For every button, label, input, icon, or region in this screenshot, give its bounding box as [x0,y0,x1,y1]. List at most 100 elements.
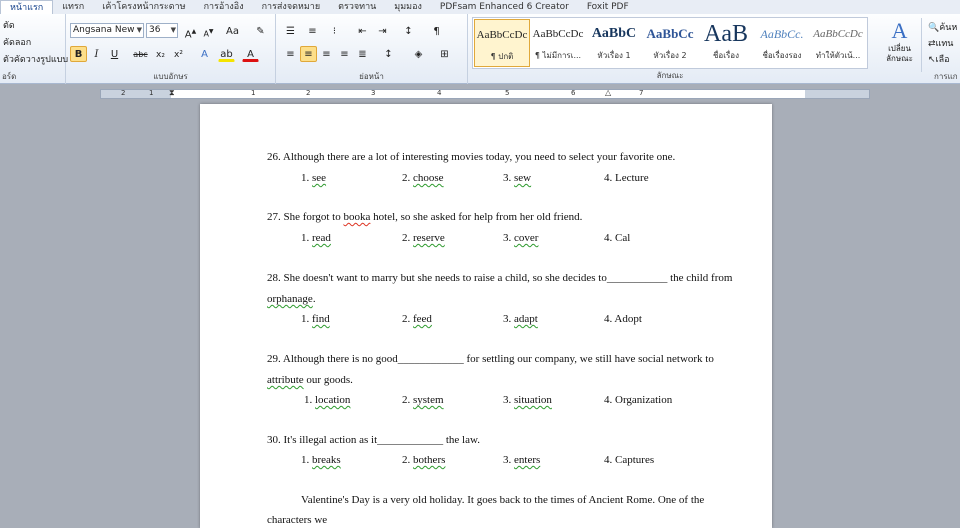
style-preview: AaBbCcDc [476,29,528,41]
decrease-indent-icon[interactable]: ⇤ [354,23,371,39]
change-case-button[interactable]: Aa [224,23,241,39]
tab-insert[interactable]: แทรก [53,0,93,14]
tab-page-layout[interactable]: เค้าโครงหน้ากระดาษ [93,0,194,14]
clear-format-icon[interactable]: ✎ [252,23,269,39]
question-29: 29. Although there is no good___________… [267,353,714,365]
ribbon: ตัด คัดลอก ตัวคัดวางรูปแบบ อร์ด Angsana … [0,14,960,84]
option-word: see [312,172,327,184]
q26-option-3: 3. sew [503,172,532,184]
paragraph-group-label: ย่อหน้า [359,72,384,81]
style-preview: AaBbCc [646,26,694,41]
grow-font-button[interactable]: A▲ [182,23,199,40]
q29-end: our goods. [303,374,353,386]
horizontal-ruler[interactable]: 2 1 ⧗ 1 2 3 4 5 6 7 △ [100,88,870,99]
q27-text-a: 27. She forgot to [267,211,344,223]
thai-distribute-icon[interactable]: ≣ [354,46,371,62]
style-preview: AaBbC [591,26,637,41]
question-29-cont: attribute our goods. [267,374,353,386]
line-spacing-icon[interactable]: ↕ [380,46,397,62]
replace-button[interactable]: ⇄แทน [928,36,953,50]
show-formatting-icon[interactable]: ¶ [428,23,445,39]
q29-option-1: 1. location [304,394,351,406]
font-name-combo[interactable]: Angsana New ▼ [70,23,144,38]
ruler-number: 2 [306,89,311,97]
change-styles-button[interactable]: A เปลี่ยน ลักษณะ [878,18,922,72]
cut-button[interactable]: ตัด [3,18,15,32]
bullets-icon[interactable]: ☰ [282,23,299,39]
indent-marker[interactable]: ⧗ [169,88,175,98]
q28-option-1: 1. find [301,313,330,325]
tab-review[interactable]: ตรวจทาน [329,0,385,14]
font-group-label: แบบอักษร [153,72,188,81]
question-27: 27. She forgot to booka hotel, so she as… [267,211,582,223]
style-subtitle[interactable]: AaBbCc. ชื่อเรื่องรอง [754,19,810,67]
find-label: ค้นห [939,23,958,33]
q30-option-3: 3. enters [503,454,541,466]
format-painter-button[interactable]: ตัวคัดวางรูปแบบ [3,52,68,66]
tab-pdfsam[interactable]: PDFsam Enhanced 6 Creator [431,0,578,14]
replace-icon: ⇄ [928,39,936,49]
justify-icon[interactable]: ≡ [336,46,353,62]
q27-misspelled-word: booka [343,211,371,223]
style-title[interactable]: AaB ชื่อเรื่อง [698,19,754,67]
tab-foxit-pdf[interactable]: Foxit PDF [578,0,638,14]
sort-icon[interactable]: ↕ [400,23,417,39]
copy-button[interactable]: คัดลอก [3,35,31,49]
text-effects-button[interactable]: A [196,46,213,62]
bold-button[interactable]: B [70,46,87,62]
subscript-button[interactable]: x₂ [152,46,169,62]
font-size-combo[interactable]: 36 ▼ [146,23,178,38]
strikethrough-button[interactable]: abc [132,46,149,62]
ruler-number: 7 [639,89,644,97]
multilevel-list-icon[interactable]: ⁝ [326,23,343,39]
font-size-value: 36 [149,25,161,35]
font-color-button[interactable]: A [242,46,259,62]
style-preview: AaB [704,21,748,47]
paragraph-group: ☰ ≡ ⁝ ⇤ ⇥ ↕ ¶ ≡ ≡ ≡ ≡ ≣ ↕ ◈ ⊞ ย่อหน้า [276,14,468,84]
tab-home[interactable]: หน้าแรก [0,0,54,14]
style-subtle-emphasis[interactable]: AaBbCcDc ทำให้ตัวเน้... [810,19,866,67]
binoculars-icon: 🔍 [928,23,940,33]
q27-text-c: hotel, so she asked for help from her ol… [370,211,583,223]
select-button[interactable]: ↖เลือ [928,52,950,66]
underline-button[interactable]: U [106,46,123,62]
q28-option-4: 4. Adopt [604,313,642,325]
ribbon-tabs: หน้าแรก แทรก เค้าโครงหน้ากระดาษ การอ้างอ… [0,0,960,14]
align-left-icon[interactable]: ≡ [282,46,299,62]
numbering-icon[interactable]: ≡ [304,23,321,39]
superscript-button[interactable]: x² [170,46,187,62]
style-name: หัวเรื่อง 1 [597,51,631,60]
q29-option-3: 3. situation [503,394,552,406]
style-normal[interactable]: AaBbCcDc ¶ ปกติ [474,19,530,67]
style-heading-1[interactable]: AaBbC หัวเรื่อง 1 [586,19,642,67]
increase-indent-icon[interactable]: ⇥ [374,23,391,39]
style-preview: AaBbCcDc [813,28,863,40]
align-center-icon[interactable]: ≡ [300,46,317,62]
align-right-icon[interactable]: ≡ [318,46,335,62]
style-name: ชื่อเรื่องรอง [762,51,802,60]
find-button[interactable]: 🔍ค้นห [928,20,957,34]
q30-option-2: 2. bothers [402,454,446,466]
borders-icon[interactable]: ⊞ [436,46,453,62]
tab-view[interactable]: มุมมอง [385,0,431,14]
q28-end: . [312,293,316,305]
tab-mailings[interactable]: การส่งจดหมาย [253,0,330,14]
style-heading-2[interactable]: AaBbCc หัวเรื่อง 2 [642,19,698,67]
ruler-number: 4 [437,89,442,97]
style-no-spacing[interactable]: AaBbCcDc ¶ ไม่มีการเ... [530,19,586,67]
shading-icon[interactable]: ◈ [410,46,427,62]
q29-option-2: 2. system [402,394,444,406]
q27-option-4: 4. Cal [604,232,631,244]
question-30: 30. It's illegal action as it___________… [267,434,480,446]
highlight-button[interactable]: ab [218,46,235,62]
change-styles-icon: A [891,18,908,43]
editing-group: 🔍ค้นห ⇄แทน ↖เลือ การแก [926,14,960,84]
shrink-font-button[interactable]: A▼ [200,23,217,39]
right-indent-marker[interactable]: △ [605,88,611,97]
tab-references[interactable]: การอ้างอิง [195,0,253,14]
italic-button[interactable]: I [88,46,105,62]
q28-word: orphanage [267,293,313,305]
styles-group-label: ลักษณะ [656,71,684,80]
document-page[interactable]: 26. Although there are a lot of interest… [200,104,772,528]
change-styles-label: เปลี่ยน ลักษณะ [886,44,913,63]
